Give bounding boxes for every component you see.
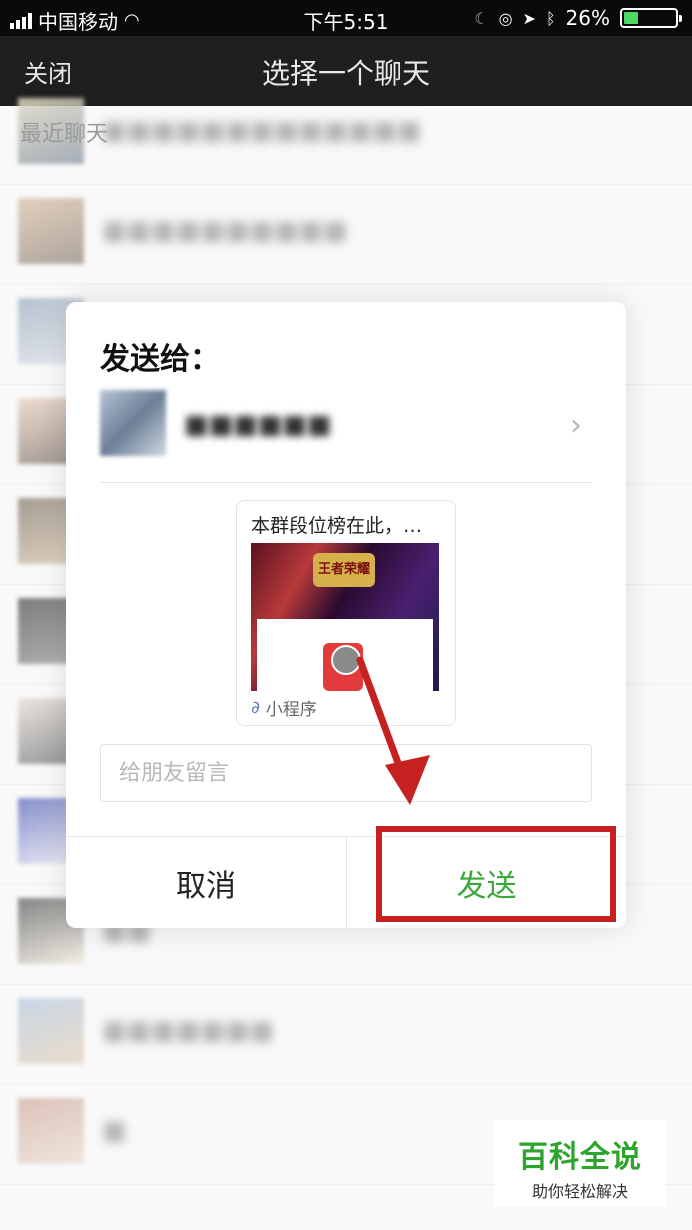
- card-title: 本群段位榜在此，…: [251, 515, 423, 537]
- avatar: [331, 645, 361, 675]
- bluetooth-icon: ᛒ: [545, 8, 556, 28]
- dialog-title: 发送给：: [100, 342, 220, 377]
- recipient-row[interactable]: ■■■■■■ ›: [100, 390, 592, 460]
- recipient-avatar: [100, 390, 166, 456]
- moon-icon: ☾: [474, 8, 489, 28]
- highlight-box: [376, 826, 616, 922]
- section-label-recent: 最近聊天: [20, 122, 109, 147]
- battery-icon: [620, 8, 682, 28]
- status-bar: 中国移动 ◠ 下午5:51 ☾ ◎ ➤ ᛒ 26%: [0, 0, 692, 36]
- message-input[interactable]: [100, 744, 592, 802]
- chevron-right-icon: ›: [570, 408, 582, 443]
- card-footer-label: 小程序: [265, 700, 317, 720]
- recipient-name: ■■■■■■: [184, 410, 332, 440]
- watermark-title: 百科全说: [518, 1140, 642, 1175]
- divider: [100, 482, 592, 483]
- cancel-button[interactable]: 取消: [66, 837, 346, 928]
- game-logo: 王者荣耀: [313, 553, 375, 587]
- lock-rotation-icon: ◎: [498, 8, 513, 28]
- watermark-logo: 百科全说 助你轻松解决: [494, 1120, 666, 1206]
- watermark-subtitle: 助你轻松解决: [531, 1182, 628, 1201]
- mini-program-card[interactable]: 本群段位榜在此，… 王者荣耀 ∂ 小程序: [236, 500, 456, 726]
- battery-percentage: 26%: [565, 6, 610, 30]
- mini-program-icon: ∂: [251, 697, 260, 718]
- card-image: 王者荣耀: [251, 543, 439, 691]
- location-icon: ➤: [522, 8, 536, 28]
